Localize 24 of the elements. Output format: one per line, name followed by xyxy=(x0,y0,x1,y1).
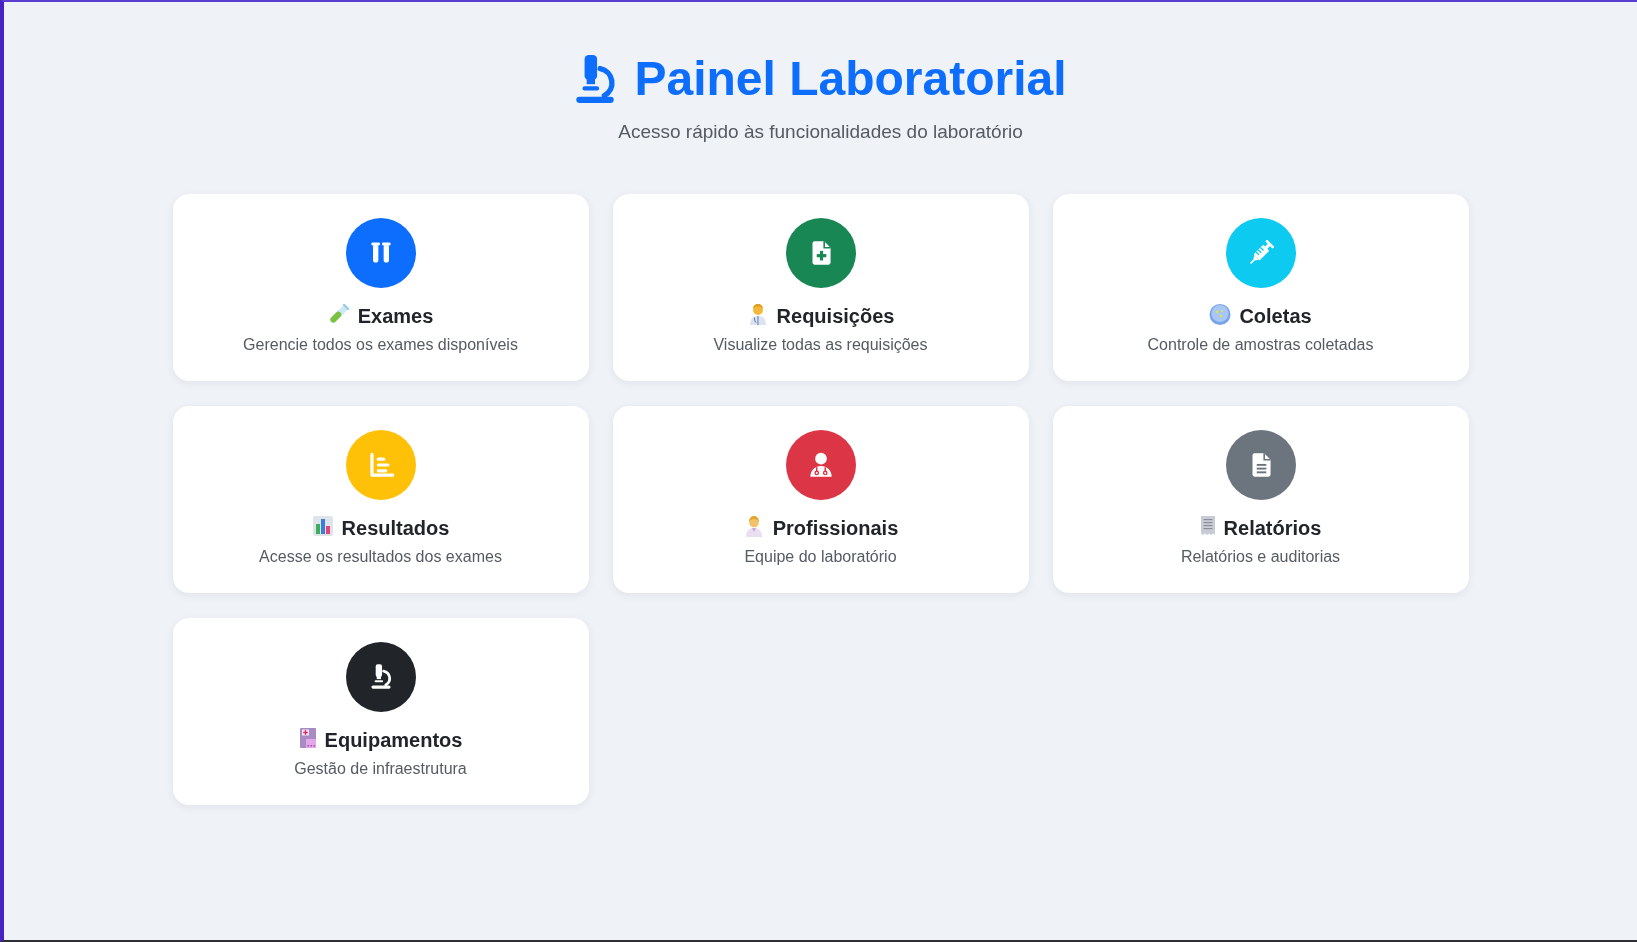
card-description: Gestão de infraestrutura xyxy=(294,759,467,779)
dashboard-card[interactable]: Profissionais Equipe do laboratório xyxy=(612,406,1029,593)
dashboard-card[interactable]: Equipamentos Gestão de infraestrutura xyxy=(172,618,589,805)
card-description: Visualize todas as requisições xyxy=(713,335,928,355)
dashboard-card[interactable]: Requisições Visualize todas as requisições xyxy=(612,194,1029,381)
card-description: Controle de amostras coletadas xyxy=(1147,335,1374,355)
dashboard-card[interactable]: Coletas Controle de amostras coletadas xyxy=(1052,194,1469,381)
dashboard-card[interactable]: Exames Gerencie todos os exames disponíveis xyxy=(172,194,589,381)
card-title: Profissionais xyxy=(772,516,899,540)
card-title: Exames xyxy=(357,304,434,328)
card-description: Gerencie todos os exames disponíveis xyxy=(243,335,518,355)
card-title: Relatórios xyxy=(1223,516,1322,540)
dashboard-card[interactable]: Relatórios Relatórios e auditorias xyxy=(1052,406,1469,593)
card-description: Relatórios e auditorias xyxy=(1180,547,1341,567)
page-subtitle: Acesso rápido às funcionalidades do laboratório xyxy=(618,120,1023,143)
card-title: Equipamentos xyxy=(324,728,463,752)
card-title: Requisições xyxy=(776,304,895,328)
page-title: Painel Laboratorial xyxy=(634,51,1067,107)
card-title: Resultados xyxy=(341,516,450,540)
card-description: Acesse os resultados dos exames xyxy=(259,547,502,567)
dashboard-card[interactable]: Resultados Acesse os resultados dos exames xyxy=(172,406,589,593)
card-title: Coletas xyxy=(1239,304,1312,328)
card-description: Equipe do laboratório xyxy=(744,547,897,567)
microscope-icon xyxy=(574,54,617,104)
